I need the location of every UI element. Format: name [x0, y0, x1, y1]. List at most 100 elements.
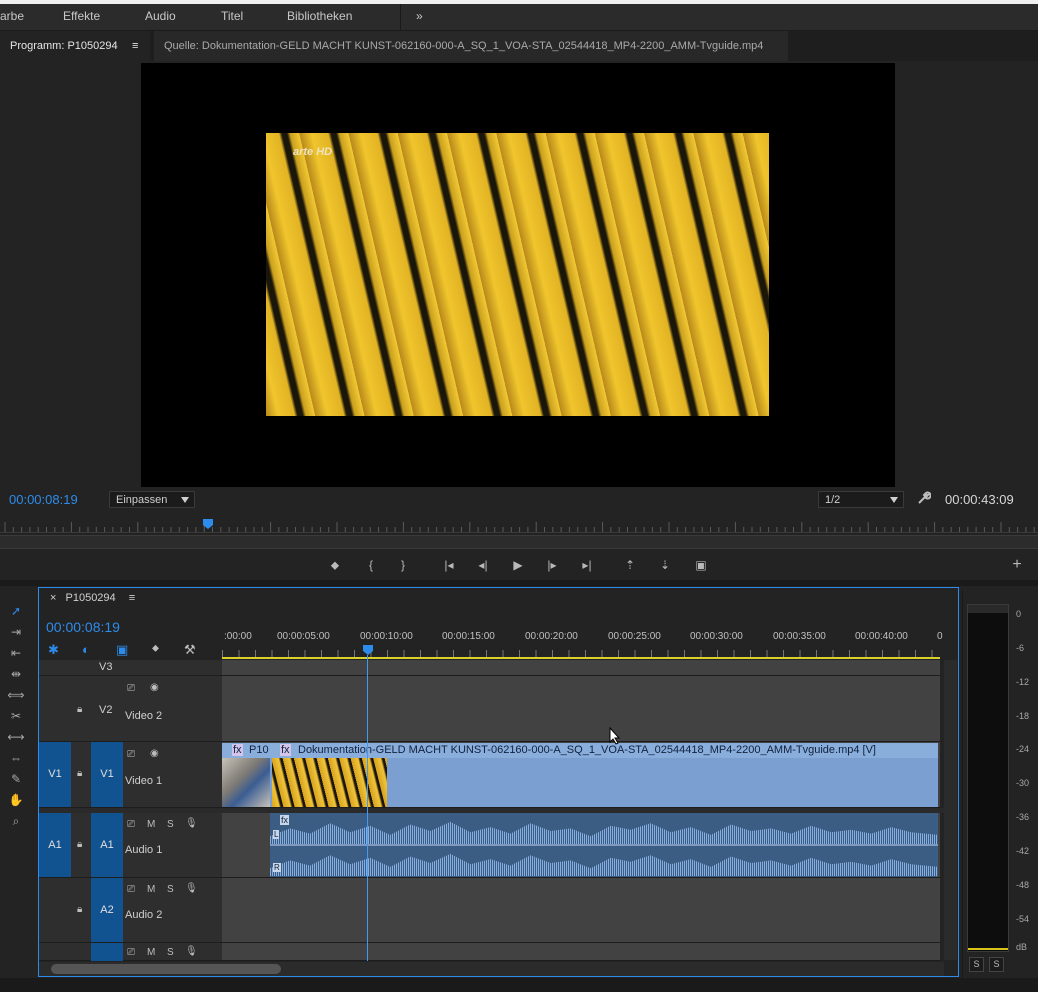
db-label: 0: [1016, 609, 1022, 619]
add-marker-button[interactable]: ⬥: [326, 556, 344, 574]
menu-audio[interactable]: Audio: [145, 9, 176, 23]
lock-icon[interactable]: 🔒︎: [77, 768, 82, 779]
video-clip[interactable]: fx P10 fx Dokumentation-GELD MACHT KUNST…: [222, 743, 938, 807]
track-target-v1[interactable]: V1: [91, 742, 123, 807]
source-patch-v1[interactable]: V1: [39, 742, 71, 807]
fx-badge: fx: [280, 744, 291, 756]
linked-selection-icon[interactable]: ▣: [116, 642, 128, 658]
channel-left-badge: L: [273, 830, 280, 839]
mouse-cursor-icon: [609, 726, 621, 745]
razor-tool-icon[interactable]: ✂: [6, 707, 26, 725]
resolution-dropdown[interactable]: 1/2: [818, 491, 904, 508]
work-area-bar[interactable]: [222, 657, 940, 659]
track-target-v3[interactable]: V3: [99, 661, 112, 673]
track-lane-v2[interactable]: [222, 676, 940, 742]
playhead-timecode[interactable]: 00:00:08:19: [9, 492, 78, 507]
audio-clip[interactable]: fx L R: [270, 813, 938, 877]
hand-tool-icon[interactable]: ✋: [6, 791, 26, 809]
selection-tool-icon[interactable]: ➚: [6, 602, 26, 620]
mark-out-button[interactable]: }: [394, 556, 412, 574]
mute-track-button[interactable]: M: [147, 819, 155, 830]
eye-icon[interactable]: ◉: [150, 748, 159, 759]
go-to-out-button[interactable]: ▸|: [578, 556, 596, 574]
add-marker-icon[interactable]: ⬥: [152, 643, 159, 654]
go-to-in-button[interactable]: |◂: [440, 556, 458, 574]
monitor-tab-bar: Programm: P1050294 ≡ Quelle: Dokumentati…: [0, 31, 1038, 61]
mute-track-button[interactable]: M: [147, 947, 155, 958]
track-target-v2[interactable]: V2: [99, 704, 112, 716]
snap-icon[interactable]: ◐: [82, 642, 90, 657]
panel-menu-icon[interactable]: ≡: [132, 40, 138, 52]
eye-icon[interactable]: ◉: [150, 682, 159, 693]
scrollbar-thumb[interactable]: [51, 964, 281, 974]
toggle-sync-lock-icon[interactable]: ⎚: [127, 884, 135, 895]
lift-button[interactable]: ⇡: [621, 556, 639, 574]
menu-farbe[interactable]: arbe: [0, 9, 24, 23]
timeline-vertical-scrollbar[interactable]: [944, 660, 957, 960]
lock-icon[interactable]: 🔒︎: [77, 904, 82, 915]
timeline-tab[interactable]: × P1050294 ≡: [50, 592, 135, 604]
menu-overflow-icon[interactable]: »: [416, 9, 423, 23]
rolling-edit-tool-icon[interactable]: ⇹: [6, 665, 26, 683]
solo-track-button[interactable]: S: [167, 884, 174, 895]
audio-waveform-right: [270, 853, 938, 876]
wrench-icon[interactable]: [917, 491, 932, 505]
timeline-ruler[interactable]: :00:00 00:00:05:00 00:00:10:00 00:00:15:…: [222, 628, 943, 662]
track-header-a1: A1 🔒︎ A1 ⎚ M S 🎙︎ Audio 1: [39, 813, 222, 878]
toggle-sync-lock-icon[interactable]: ⎚: [127, 819, 135, 830]
fit-dropdown[interactable]: Einpassen: [109, 491, 195, 508]
toggle-sync-lock-icon[interactable]: ⎚: [127, 749, 135, 760]
microphone-icon[interactable]: 🎙︎: [185, 946, 198, 957]
slide-tool-icon[interactable]: ⇔: [6, 749, 26, 767]
solo-left-button[interactable]: S: [969, 957, 984, 972]
mark-in-button[interactable]: {: [362, 556, 380, 574]
track-target-a1[interactable]: A1: [91, 813, 123, 877]
db-label: -18: [1016, 711, 1030, 721]
track-target-a2[interactable]: A2: [91, 878, 123, 942]
timeline-timecode[interactable]: 00:00:08:19: [46, 619, 120, 635]
track-lane-a2[interactable]: [222, 878, 940, 943]
lock-icon[interactable]: 🔒︎: [77, 839, 82, 850]
play-button[interactable]: ▶: [509, 556, 527, 574]
resolution-dropdown-value: 1/2: [825, 494, 841, 506]
timeline-horizontal-scrollbar[interactable]: [39, 962, 944, 976]
close-icon[interactable]: ×: [50, 592, 56, 604]
slip-tool-icon[interactable]: ⟷: [6, 728, 26, 746]
tab-source[interactable]: Quelle: Dokumentation-GELD MACHT KUNST-0…: [154, 31, 788, 61]
track-select-tool-icon[interactable]: ⇥: [6, 623, 26, 641]
button-editor-add-button[interactable]: +: [1008, 556, 1026, 574]
nest-toggle-icon[interactable]: ✱: [48, 642, 59, 658]
panel-divider[interactable]: [0, 580, 1038, 586]
microphone-icon[interactable]: 🎙︎: [185, 818, 198, 829]
toggle-sync-lock-icon[interactable]: ⎚: [127, 947, 135, 958]
timeline-settings-wrench-icon[interactable]: ⚒: [184, 642, 196, 658]
zoom-tool-icon[interactable]: ⌕: [6, 812, 26, 830]
menu-effekte[interactable]: Effekte: [63, 9, 100, 23]
panel-menu-icon[interactable]: ≡: [129, 592, 135, 604]
volume-rubber-band[interactable]: [270, 844, 938, 846]
tab-program[interactable]: Programm: P1050294 ≡: [0, 31, 150, 61]
rate-stretch-tool-icon[interactable]: ⟺: [6, 686, 26, 704]
step-forward-button[interactable]: |▸: [543, 556, 561, 574]
ripple-edit-tool-icon[interactable]: ⇤: [6, 644, 26, 662]
microphone-icon[interactable]: 🎙︎: [185, 883, 198, 894]
menu-bibliotheken[interactable]: Bibliotheken: [287, 9, 352, 23]
monitor-mini-ruler[interactable]: [0, 519, 1038, 533]
track-target-a3[interactable]: [91, 943, 123, 961]
solo-track-button[interactable]: S: [167, 819, 174, 830]
monitor-zoom-scrollbar[interactable]: [0, 535, 1038, 549]
export-frame-button[interactable]: ▣: [692, 556, 710, 574]
pen-tool-icon[interactable]: ✎: [6, 770, 26, 788]
track-lane-v3[interactable]: [222, 660, 940, 676]
extract-button[interactable]: ⇣: [656, 556, 674, 574]
db-unit-label: dB: [1016, 942, 1028, 952]
step-back-button[interactable]: ◂|: [474, 556, 492, 574]
menu-titel[interactable]: Titel: [221, 9, 243, 23]
solo-track-button[interactable]: S: [167, 947, 174, 958]
track-lane-a3[interactable]: [222, 943, 940, 961]
solo-right-button[interactable]: S: [989, 957, 1004, 972]
mute-track-button[interactable]: M: [147, 884, 155, 895]
toggle-sync-lock-icon[interactable]: ⎚: [127, 683, 135, 694]
source-patch-a1[interactable]: A1: [39, 813, 71, 877]
lock-icon[interactable]: 🔒︎: [77, 704, 82, 715]
